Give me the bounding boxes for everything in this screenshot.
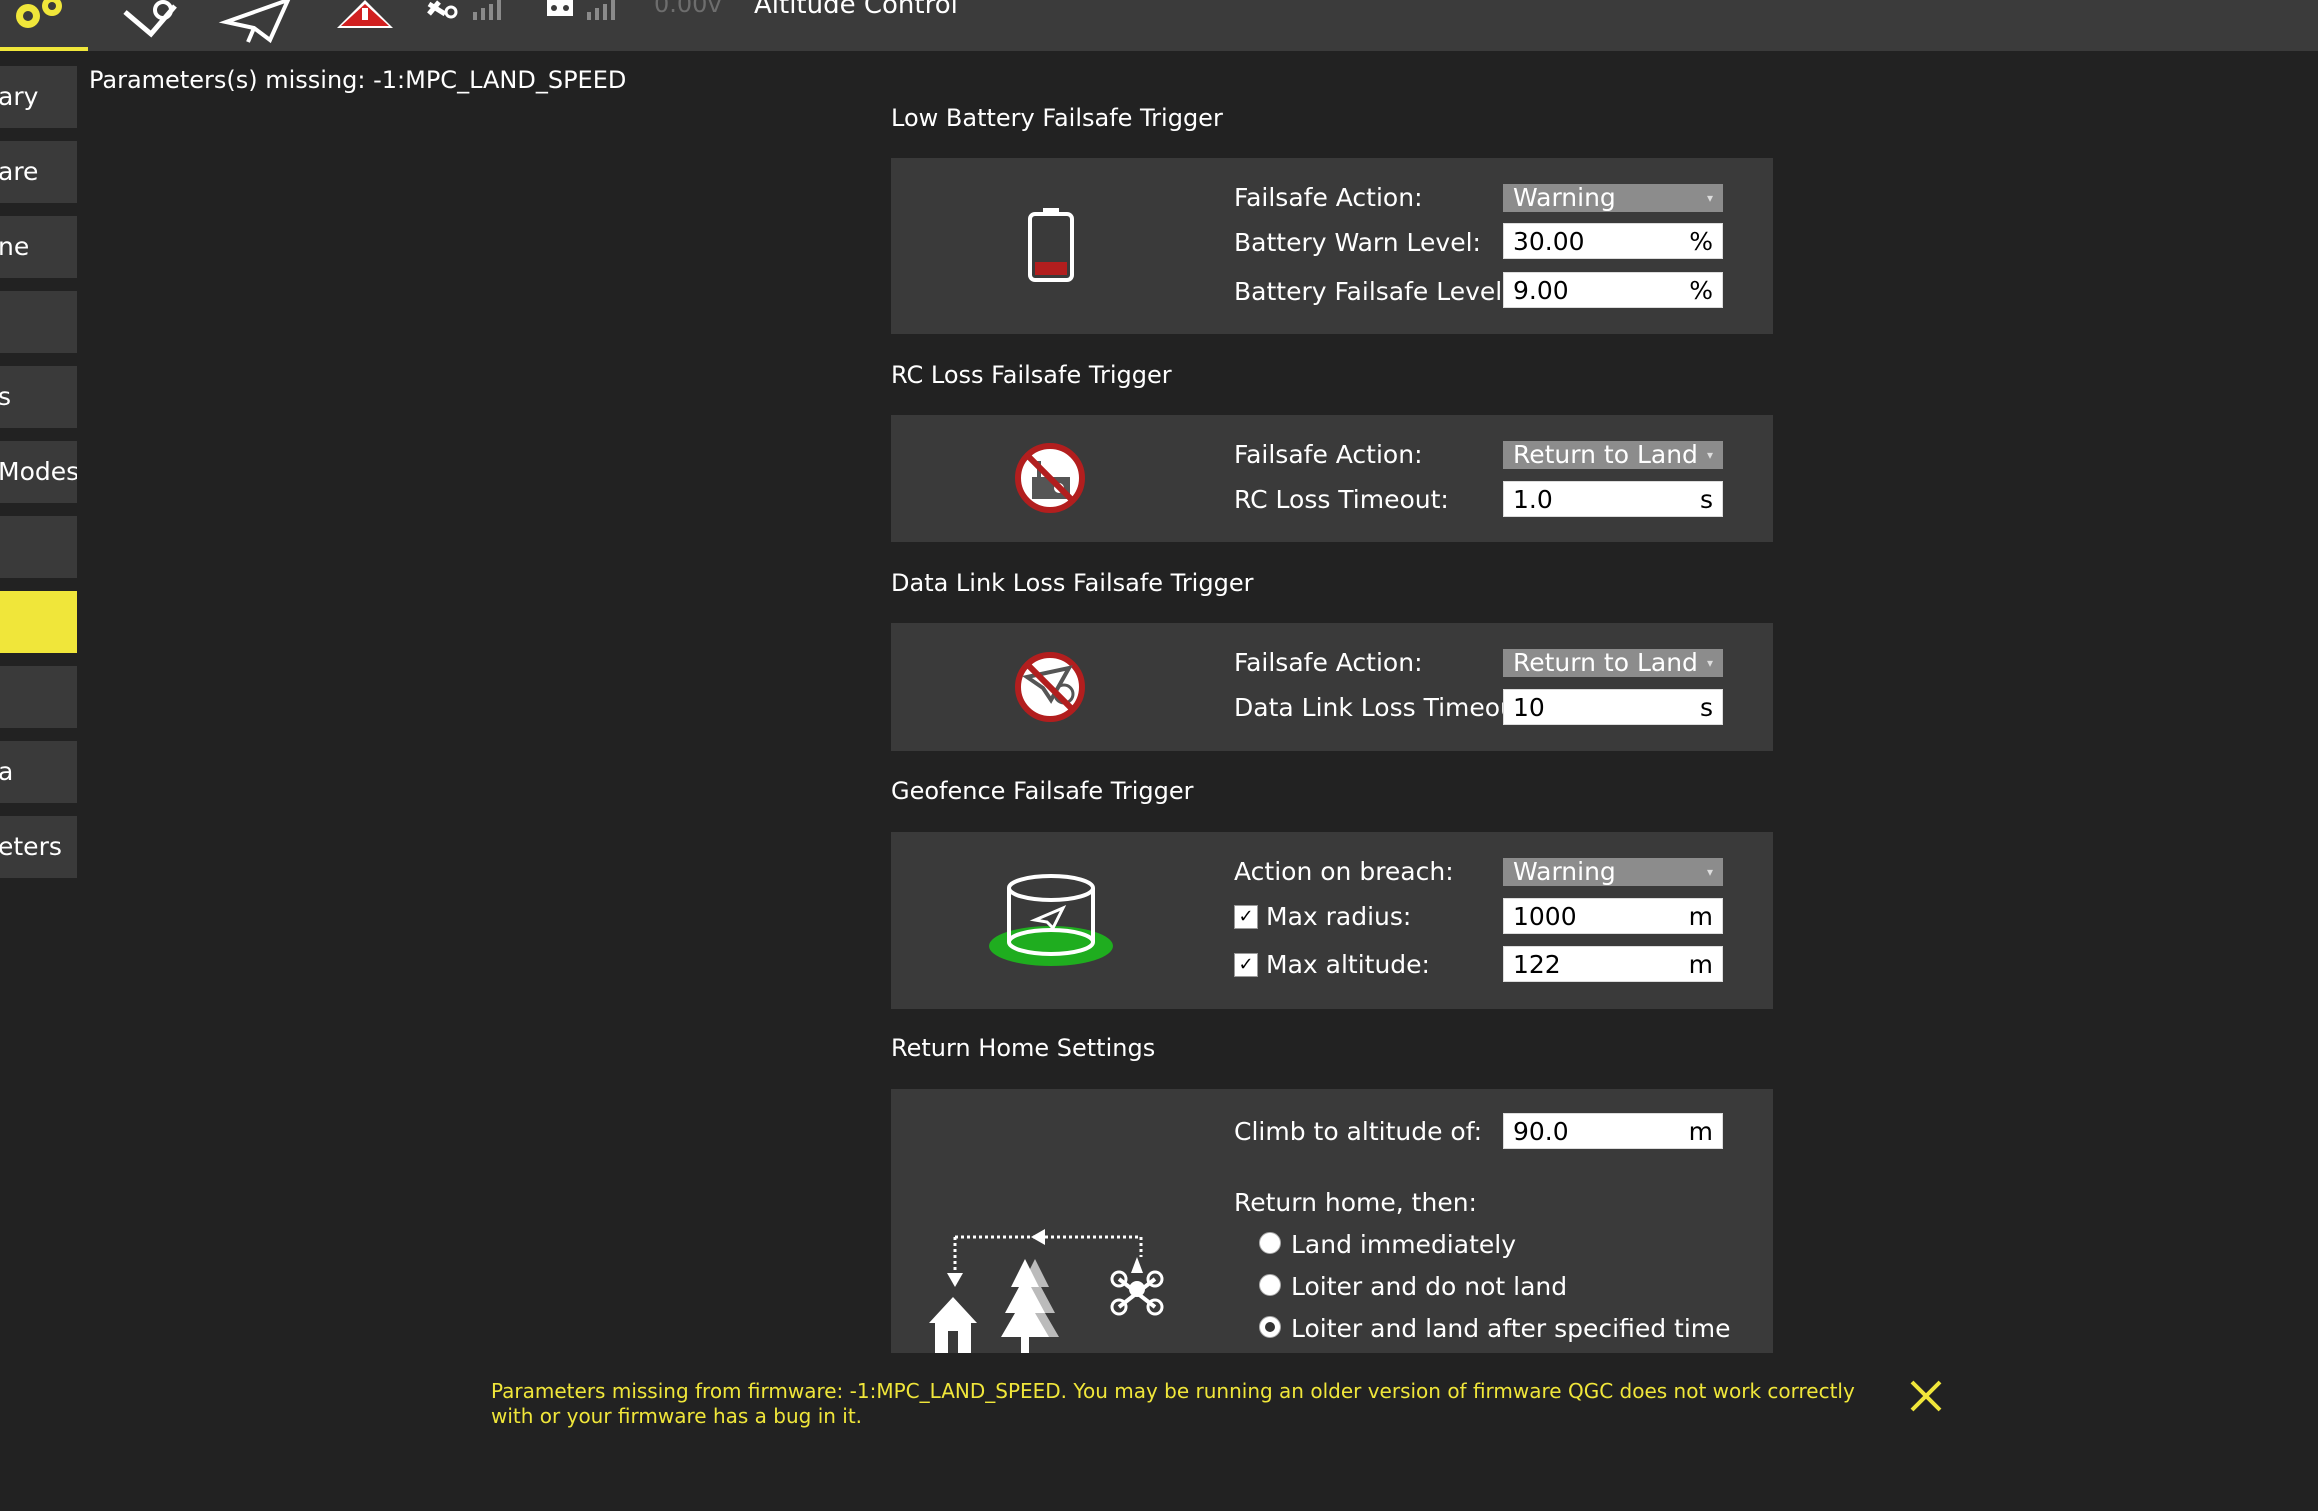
field-unit: s <box>1699 693 1713 722</box>
rc-loss-action-combo[interactable]: Return to Land ▾ <box>1503 441 1723 469</box>
combo-value: Warning <box>1513 857 1616 886</box>
chevron-down-icon: ▾ <box>1706 448 1713 462</box>
sidebar-item-label: Modes <box>0 457 77 486</box>
rc-loss-card: Failsafe Action: Return to Land ▾ RC Loss… <box>891 415 1773 542</box>
geofence-icon <box>989 874 1113 966</box>
data-link-loss-icon <box>1015 652 1085 722</box>
field-unit: m <box>1688 1117 1713 1146</box>
sidebar-item-label: are <box>0 157 39 186</box>
geofence-card: Action on breach: Warning ▾ ✓ Max radius:… <box>891 832 1773 1009</box>
land-immediately-label: Land immediately <box>1291 1230 1516 1259</box>
geofence-section-title: Geofence Failsafe Trigger <box>891 777 1194 805</box>
sidebar-item-radio[interactable] <box>0 291 77 353</box>
data-link-action-combo[interactable]: Return to Land ▾ <box>1503 649 1723 677</box>
active-tab-indicator <box>0 47 88 51</box>
battery-warn-field[interactable]: 30.00% <box>1503 223 1723 259</box>
field-value: 30.00 <box>1513 227 1585 256</box>
sidebar-item-camera[interactable]: a <box>0 741 77 803</box>
close-icon[interactable] <box>1908 1378 1944 1414</box>
climb-altitude-label: Climb to altitude of: <box>1234 1117 1483 1146</box>
chevron-down-icon: ▾ <box>1706 865 1713 879</box>
battery-voltage[interactable]: 0.00v <box>654 0 722 18</box>
fly-view-icon[interactable] <box>218 0 298 48</box>
sidebar-item-label: ne <box>0 232 30 261</box>
field-unit: % <box>1689 227 1713 256</box>
battery-action-combo[interactable]: Warning ▾ <box>1503 184 1723 212</box>
rc-loss-section-title: RC Loss Failsafe Trigger <box>891 361 1172 389</box>
field-value: 1000 <box>1513 902 1577 931</box>
rc-loss-action-label: Failsafe Action: <box>1234 440 1423 469</box>
loiter-no-land-radio[interactable] <box>1259 1274 1281 1296</box>
rc-loss-timeout-field[interactable]: 1.0 s <box>1503 481 1723 517</box>
data-link-timeout-label: Data Link Loss Timeout: <box>1234 693 1535 722</box>
battery-card: Failsafe Action: Warning ▾ Battery Warn L… <box>891 158 1773 334</box>
sidebar-item-label: eters <box>0 832 62 861</box>
return-home-card: Climb to altitude of: 90.0 m Return home,… <box>891 1089 1773 1353</box>
max-altitude-label: Max altitude: <box>1266 950 1430 979</box>
battery-failsafe-field[interactable]: 9.00% <box>1503 272 1723 308</box>
return-home-icon <box>929 1229 1164 1353</box>
sidebar-item-sensors[interactable]: s <box>0 366 77 428</box>
gear-icon[interactable] <box>0 0 88 48</box>
field-value: 10 <box>1513 693 1545 722</box>
max-radius-checkbox[interactable]: ✓ <box>1234 905 1258 929</box>
max-radius-label: Max radius: <box>1266 902 1412 931</box>
sidebar-item-tuning[interactable] <box>0 666 77 728</box>
flight-mode-selector[interactable]: Altitude Control <box>754 0 958 20</box>
geofence-action-combo[interactable]: Warning ▾ <box>1503 858 1723 886</box>
chevron-down-icon: ▾ <box>1706 191 1713 205</box>
battery-icon <box>1028 208 1074 282</box>
sidebar-item-label: a <box>0 757 14 786</box>
field-value: 122 <box>1513 950 1561 979</box>
top-toolbar: 0.00v Altitude Control <box>0 0 2318 51</box>
plan-view-icon[interactable] <box>115 0 195 48</box>
land-immediately-radio[interactable] <box>1259 1232 1281 1254</box>
gps-signal-icon[interactable] <box>425 0 515 48</box>
max-altitude-checkbox[interactable]: ✓ <box>1234 953 1258 977</box>
sidebar-item-airframe[interactable]: ne <box>0 216 77 278</box>
combo-value: Return to Land <box>1513 648 1698 677</box>
field-value: 9.00 <box>1513 276 1569 305</box>
sidebar-item-safety[interactable] <box>0 591 77 653</box>
sidebar-item-power[interactable] <box>0 516 77 578</box>
field-value: 90.0 <box>1513 1117 1569 1146</box>
warning-icon[interactable] <box>335 0 395 48</box>
data-link-action-label: Failsafe Action: <box>1234 648 1423 677</box>
rc-loss-timeout-label: RC Loss Timeout: <box>1234 485 1449 514</box>
battery-failsafe-label: Battery Failsafe Level: <box>1234 277 1511 306</box>
rc-signal-icon[interactable] <box>545 0 635 48</box>
battery-section-title: Low Battery Failsafe Trigger <box>891 104 1223 132</box>
field-value: 1.0 <box>1513 485 1553 514</box>
sidebar-item-label: s <box>0 382 12 411</box>
loiter-land-after-time-label: Loiter and land after specified time <box>1291 1314 1731 1343</box>
missing-parameters-header: Parameters(s) missing: -1:MPC_LAND_SPEED <box>89 66 627 94</box>
return-home-section-title: Return Home Settings <box>891 1034 1156 1062</box>
data-link-card: Failsafe Action: Return to Land ▾ Data Li… <box>891 623 1773 751</box>
max-radius-field[interactable]: 1000 m <box>1503 898 1723 934</box>
sidebar-item-label: ary <box>0 82 39 111</box>
combo-value: Return to Land <box>1513 440 1698 469</box>
battery-action-label: Failsafe Action: <box>1234 183 1423 212</box>
loiter-no-land-label: Loiter and do not land <box>1291 1272 1568 1301</box>
field-unit: % <box>1689 276 1713 305</box>
chevron-down-icon: ▾ <box>1706 656 1713 670</box>
field-unit: s <box>1699 485 1713 514</box>
data-link-section-title: Data Link Loss Failsafe Trigger <box>891 569 1254 597</box>
climb-altitude-field[interactable]: 90.0 m <box>1503 1113 1723 1149</box>
field-unit: m <box>1688 950 1713 979</box>
return-then-label: Return home, then: <box>1234 1188 1477 1217</box>
loiter-land-after-time-radio[interactable] <box>1259 1316 1281 1338</box>
sidebar-item-flight-modes[interactable]: Modes <box>0 441 77 503</box>
field-unit: m <box>1688 902 1713 931</box>
data-link-timeout-field[interactable]: 10 s <box>1503 689 1723 725</box>
sidebar-item-firmware[interactable]: are <box>0 141 77 203</box>
battery-warn-label: Battery Warn Level: <box>1234 228 1481 257</box>
geofence-action-label: Action on breach: <box>1234 857 1454 886</box>
sidebar-item-parameters[interactable]: eters <box>0 816 77 878</box>
firmware-warning-message: Parameters missing from firmware: -1:MPC… <box>491 1379 1855 1428</box>
sidebar-item-summary[interactable]: ary <box>0 66 77 128</box>
max-altitude-field[interactable]: 122 m <box>1503 946 1723 982</box>
rc-loss-icon <box>1015 443 1085 513</box>
combo-value: Warning <box>1513 183 1616 212</box>
